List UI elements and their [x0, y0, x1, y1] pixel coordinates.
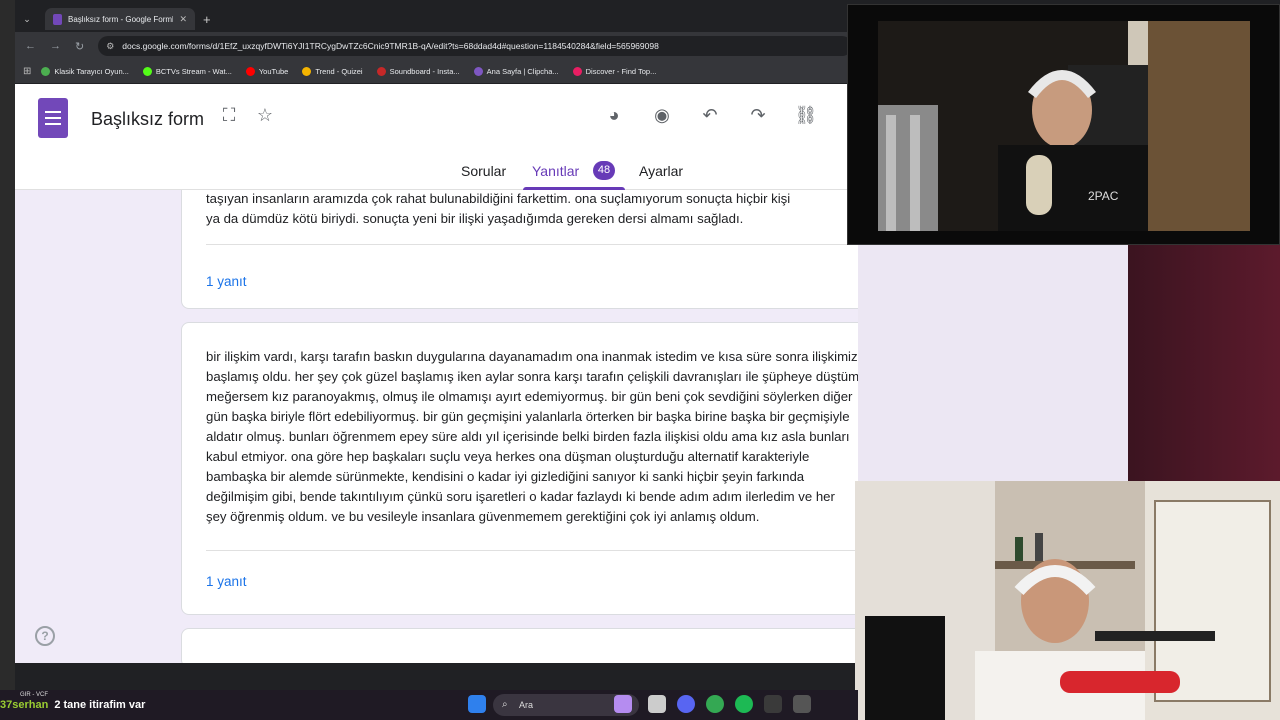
bookmark-favicon-icon — [473, 67, 483, 76]
response-text-line: değilmişim gibi, bende takıntılıyım çünk… — [206, 489, 835, 504]
bookmark-label: Soundboard - Insta... — [389, 67, 460, 76]
screen: ⌄ Başlıksız form - Google Formlar ✕ + ← … — [0, 0, 1280, 720]
response-text-line: şey öğrenmiş oldum. ve bu vesileyle insa… — [206, 509, 760, 524]
tab-responses[interactable]: Yanıtlar — [532, 163, 579, 179]
response-card: bir ilişkim vardı, karşı tarafın baskın … — [181, 322, 858, 615]
response-text-line: başlamış oldu. her şey çok güzel başlamı… — [206, 369, 858, 384]
bookmark-favicon-icon — [142, 67, 152, 76]
response-text-line: bir ilişkim vardı, karşı tarafın baskın … — [206, 349, 858, 364]
new-tab-icon[interactable]: + — [203, 12, 211, 27]
url-text: docs.google.com/forms/d/1EfZ_uxzqyfDWTi6… — [122, 41, 659, 51]
responses-count-badge: 48 — [593, 161, 615, 180]
bookmark-label: Klasik Tarayıcı Oyun... — [54, 67, 129, 76]
stream-chat-overlay: GIR - VCF 37serhan 2 tane itirafim var — [0, 690, 145, 720]
search-icon: ⌕ — [502, 699, 508, 710]
divider — [206, 550, 858, 551]
bookmark-item[interactable]: Ana Sayfa | Clipcha... — [473, 67, 559, 76]
redo-icon[interactable]: ↷ — [746, 105, 770, 126]
chat-top-label: GIR - VCF — [20, 692, 48, 698]
bookmark-item[interactable]: BCTVs Stream - Wat... — [142, 67, 232, 76]
bookmark-favicon-icon — [572, 67, 582, 76]
start-icon[interactable] — [468, 695, 486, 713]
response-text-line: bambaşka bir alemde sürünmekte, kendisin… — [206, 469, 805, 484]
app-icon[interactable] — [614, 695, 632, 713]
chat-username: 37serhan — [0, 699, 49, 711]
chat-message: 2 tane itirafim var — [54, 699, 146, 711]
tab-questions[interactable]: Sorular — [461, 163, 506, 179]
browser-tab[interactable]: Başlıksız form - Google Formlar ✕ — [45, 8, 195, 30]
bookmark-favicon-icon — [302, 67, 312, 76]
forms-logo-icon[interactable] — [38, 98, 68, 138]
chrome-icon[interactable] — [706, 695, 724, 713]
webcam-overlay-bottom — [855, 481, 1280, 720]
help-icon[interactable]: ? — [35, 626, 55, 646]
tab-title: Başlıksız form - Google Formlar — [68, 14, 174, 24]
form-title[interactable]: Başlıksız form — [91, 109, 204, 130]
tab-search-icon[interactable]: ⌄ — [15, 9, 39, 29]
form-tabs: Sorular Yanıtlar 48 Ayarlar — [15, 161, 858, 190]
back-icon[interactable]: ← — [25, 40, 36, 52]
desktop-strip — [0, 0, 15, 690]
browser-window: ⌄ Başlıksız form - Google Formlar ✕ + ← … — [15, 6, 858, 663]
link-icon[interactable]: ⛓ — [794, 105, 818, 126]
reload-icon[interactable]: ↻ — [75, 40, 84, 53]
response-card — [181, 628, 858, 663]
undo-icon[interactable]: ↶ — [698, 105, 722, 126]
forms-favicon-icon — [53, 13, 62, 25]
address-bar[interactable]: ⚙ docs.google.com/forms/d/1EfZ_uxzqyfDWT… — [98, 36, 852, 56]
reply-count-link[interactable]: 1 yanıt — [206, 574, 247, 589]
bookmark-list: Klasik Tarayıcı Oyun... BCTVs Stream - Wa… — [41, 67, 656, 76]
preview-eye-icon[interactable]: ◉ — [650, 105, 674, 126]
bookmark-label: YouTube — [258, 67, 289, 76]
bookmark-label: Trend - Quizei — [315, 67, 363, 76]
response-card: taşıyan insanların aramızda çok rahat bu… — [181, 190, 858, 309]
bookmark-favicon-icon — [41, 67, 51, 76]
obs-icon[interactable] — [793, 695, 811, 713]
divider — [206, 244, 858, 245]
response-text-line: kabul etmiyor. ona göre hep başkaları su… — [206, 449, 810, 464]
webcam-image: 2PAC — [848, 5, 1279, 244]
bookmark-favicon-icon — [245, 67, 255, 76]
response-text: ya da dümdüz kötü biriydi. sonuçta yeni … — [206, 211, 744, 226]
bookmark-item[interactable]: Klasik Tarayıcı Oyun... — [41, 67, 129, 76]
bookmark-label: Discover - Find Top... — [585, 67, 657, 76]
spotify-icon[interactable] — [735, 695, 753, 713]
bookmark-label: Ana Sayfa | Clipcha... — [486, 67, 559, 76]
svg-text:2PAC: 2PAC — [1088, 189, 1119, 203]
bookmark-item[interactable]: Soundboard - Insta... — [376, 67, 460, 76]
forward-icon[interactable]: → — [50, 40, 61, 52]
response-text: bir ilişkim vardı, karşı tarafın baskın … — [206, 347, 858, 527]
file-explorer-icon[interactable] — [648, 695, 666, 713]
site-info-icon[interactable]: ⚙ — [106, 41, 114, 52]
tab-bar: ⌄ Başlıksız form - Google Formlar ✕ + — [15, 6, 858, 32]
bookmark-label: BCTVs Stream - Wat... — [155, 67, 232, 76]
webcam-image — [855, 481, 1280, 720]
forms-header: Başlıksız form ⛶ ☆ ◕ ◉ ↶ ↷ ⛓ Sorular Yan… — [15, 84, 858, 190]
tab-settings[interactable]: Ayarlar — [639, 163, 683, 179]
move-to-drive-icon[interactable]: ⛶ — [217, 105, 241, 126]
bookmarks-bar: ⊞ Klasik Tarayıcı Oyun... BCTVs Stream - … — [15, 60, 858, 84]
bookmark-favicon-icon — [376, 67, 386, 76]
responses-content[interactable]: taşıyan insanların aramızda çok rahat bu… — [15, 190, 858, 663]
bookmark-item[interactable]: Trend - Quizei — [302, 67, 363, 76]
taskbar-search-placeholder: Ara — [519, 700, 534, 710]
response-text-line: gün başka biriyle flört edebiliyormuş. b… — [206, 409, 850, 424]
star-icon[interactable]: ☆ — [253, 105, 277, 126]
response-text-line: meğersem kız paranoyakmış, olmuş ile olm… — [206, 389, 853, 404]
close-tab-icon[interactable]: ✕ — [179, 14, 187, 25]
response-text-partial: taşıyan insanların aramızda çok rahat bu… — [206, 191, 791, 206]
webcam-overlay-top: 2PAC — [847, 4, 1280, 245]
palette-icon[interactable]: ◕ — [602, 105, 626, 126]
bookmark-item[interactable]: YouTube — [245, 67, 289, 76]
app-icon[interactable] — [764, 695, 782, 713]
bookmark-item[interactable]: Discover - Find Top... — [572, 67, 657, 76]
apps-icon[interactable]: ⊞ — [23, 66, 31, 77]
discord-icon[interactable] — [677, 695, 695, 713]
response-text-line: aldatır olmuş. bunları öğrenmem epey sür… — [206, 429, 850, 444]
toolbar: ← → ↻ ⚙ docs.google.com/forms/d/1EfZ_uxz… — [15, 32, 858, 60]
reply-count-link[interactable]: 1 yanıt — [206, 274, 247, 289]
